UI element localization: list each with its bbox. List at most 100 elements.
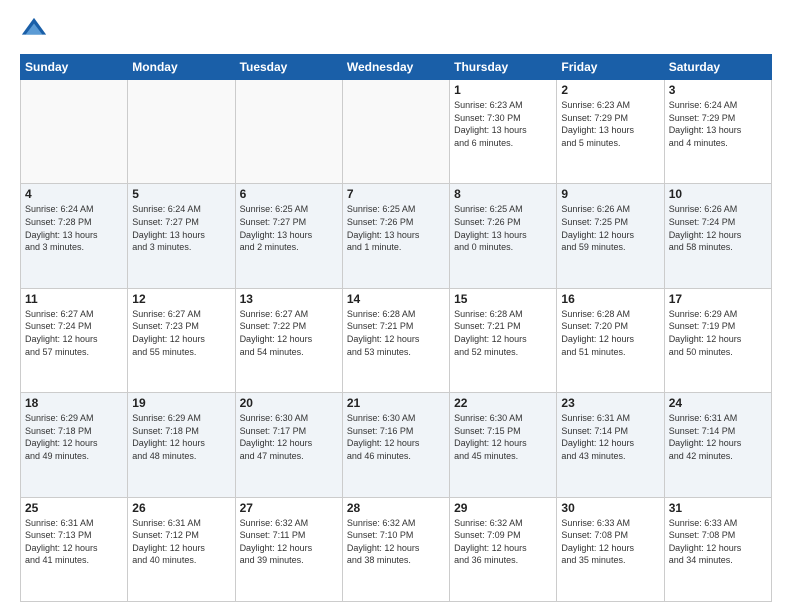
day-info: Sunrise: 6:30 AM Sunset: 7:15 PM Dayligh… <box>454 412 552 462</box>
day-number: 23 <box>561 396 659 410</box>
day-number: 30 <box>561 501 659 515</box>
header <box>20 16 772 44</box>
calendar-week-row: 18 Sunrise: 6:29 AM Sunset: 7:18 PM Dayli… <box>21 393 772 497</box>
day-number: 24 <box>669 396 767 410</box>
day-number: 11 <box>25 292 123 306</box>
day-info: Sunrise: 6:25 AM Sunset: 7:26 PM Dayligh… <box>347 203 445 253</box>
calendar-cell: 11 Sunrise: 6:27 AM Sunset: 7:24 PM Dayli… <box>21 288 128 392</box>
calendar-cell: 2 Sunrise: 6:23 AM Sunset: 7:29 PM Daylig… <box>557 80 664 184</box>
day-info: Sunrise: 6:31 AM Sunset: 7:14 PM Dayligh… <box>669 412 767 462</box>
day-info: Sunrise: 6:29 AM Sunset: 7:19 PM Dayligh… <box>669 308 767 358</box>
calendar-cell: 31 Sunrise: 6:33 AM Sunset: 7:08 PM Dayli… <box>664 497 771 601</box>
col-header-sunday: Sunday <box>21 55 128 80</box>
day-number: 27 <box>240 501 338 515</box>
day-info: Sunrise: 6:29 AM Sunset: 7:18 PM Dayligh… <box>132 412 230 462</box>
day-number: 6 <box>240 187 338 201</box>
day-number: 28 <box>347 501 445 515</box>
calendar-week-row: 11 Sunrise: 6:27 AM Sunset: 7:24 PM Dayli… <box>21 288 772 392</box>
calendar-cell <box>21 80 128 184</box>
col-header-monday: Monday <box>128 55 235 80</box>
day-info: Sunrise: 6:26 AM Sunset: 7:25 PM Dayligh… <box>561 203 659 253</box>
calendar-cell: 1Sunrise: 6:23 AM Sunset: 7:30 PM Daylig… <box>450 80 557 184</box>
day-number: 26 <box>132 501 230 515</box>
day-number: 13 <box>240 292 338 306</box>
calendar-cell: 17 Sunrise: 6:29 AM Sunset: 7:19 PM Dayli… <box>664 288 771 392</box>
day-info: Sunrise: 6:32 AM Sunset: 7:11 PM Dayligh… <box>240 517 338 567</box>
day-number: 3 <box>669 83 767 97</box>
day-number: 9 <box>561 187 659 201</box>
calendar-cell: 6 Sunrise: 6:25 AM Sunset: 7:27 PM Daylig… <box>235 184 342 288</box>
calendar-cell: 23 Sunrise: 6:31 AM Sunset: 7:14 PM Dayli… <box>557 393 664 497</box>
day-info: Sunrise: 6:26 AM Sunset: 7:24 PM Dayligh… <box>669 203 767 253</box>
day-number: 20 <box>240 396 338 410</box>
day-info: Sunrise: 6:33 AM Sunset: 7:08 PM Dayligh… <box>561 517 659 567</box>
calendar-week-row: 1Sunrise: 6:23 AM Sunset: 7:30 PM Daylig… <box>21 80 772 184</box>
day-number: 12 <box>132 292 230 306</box>
day-info: Sunrise: 6:25 AM Sunset: 7:26 PM Dayligh… <box>454 203 552 253</box>
calendar-cell: 18 Sunrise: 6:29 AM Sunset: 7:18 PM Dayli… <box>21 393 128 497</box>
day-info: Sunrise: 6:31 AM Sunset: 7:13 PM Dayligh… <box>25 517 123 567</box>
day-info: Sunrise: 6:28 AM Sunset: 7:20 PM Dayligh… <box>561 308 659 358</box>
day-number: 17 <box>669 292 767 306</box>
col-header-tuesday: Tuesday <box>235 55 342 80</box>
day-info: Sunrise: 6:31 AM Sunset: 7:12 PM Dayligh… <box>132 517 230 567</box>
day-info: Sunrise: 6:29 AM Sunset: 7:18 PM Dayligh… <box>25 412 123 462</box>
day-number: 7 <box>347 187 445 201</box>
calendar-cell: 25 Sunrise: 6:31 AM Sunset: 7:13 PM Dayli… <box>21 497 128 601</box>
day-info: Sunrise: 6:28 AM Sunset: 7:21 PM Dayligh… <box>454 308 552 358</box>
calendar-cell: 28Sunrise: 6:32 AM Sunset: 7:10 PM Dayli… <box>342 497 449 601</box>
calendar-cell: 22 Sunrise: 6:30 AM Sunset: 7:15 PM Dayli… <box>450 393 557 497</box>
calendar-cell <box>235 80 342 184</box>
day-info: Sunrise: 6:27 AM Sunset: 7:22 PM Dayligh… <box>240 308 338 358</box>
day-info: Sunrise: 6:23 AM Sunset: 7:30 PM Dayligh… <box>454 99 552 149</box>
calendar-cell: 30 Sunrise: 6:33 AM Sunset: 7:08 PM Dayli… <box>557 497 664 601</box>
calendar-cell: 8 Sunrise: 6:25 AM Sunset: 7:26 PM Daylig… <box>450 184 557 288</box>
calendar-header-row: SundayMondayTuesdayWednesdayThursdayFrid… <box>21 55 772 80</box>
day-number: 25 <box>25 501 123 515</box>
day-info: Sunrise: 6:27 AM Sunset: 7:23 PM Dayligh… <box>132 308 230 358</box>
col-header-friday: Friday <box>557 55 664 80</box>
day-number: 14 <box>347 292 445 306</box>
day-info: Sunrise: 6:28 AM Sunset: 7:21 PM Dayligh… <box>347 308 445 358</box>
col-header-saturday: Saturday <box>664 55 771 80</box>
day-info: Sunrise: 6:23 AM Sunset: 7:29 PM Dayligh… <box>561 99 659 149</box>
day-number: 2 <box>561 83 659 97</box>
day-info: Sunrise: 6:30 AM Sunset: 7:16 PM Dayligh… <box>347 412 445 462</box>
day-info: Sunrise: 6:24 AM Sunset: 7:27 PM Dayligh… <box>132 203 230 253</box>
calendar-cell: 20 Sunrise: 6:30 AM Sunset: 7:17 PM Dayli… <box>235 393 342 497</box>
day-info: Sunrise: 6:33 AM Sunset: 7:08 PM Dayligh… <box>669 517 767 567</box>
day-number: 5 <box>132 187 230 201</box>
calendar-cell <box>342 80 449 184</box>
calendar-cell: 13 Sunrise: 6:27 AM Sunset: 7:22 PM Dayli… <box>235 288 342 392</box>
day-number: 19 <box>132 396 230 410</box>
day-info: Sunrise: 6:32 AM Sunset: 7:09 PM Dayligh… <box>454 517 552 567</box>
calendar-cell: 14 Sunrise: 6:28 AM Sunset: 7:21 PM Dayli… <box>342 288 449 392</box>
calendar-cell: 9 Sunrise: 6:26 AM Sunset: 7:25 PM Daylig… <box>557 184 664 288</box>
calendar-cell: 24 Sunrise: 6:31 AM Sunset: 7:14 PM Dayli… <box>664 393 771 497</box>
day-info: Sunrise: 6:25 AM Sunset: 7:27 PM Dayligh… <box>240 203 338 253</box>
day-number: 31 <box>669 501 767 515</box>
calendar-cell: 10 Sunrise: 6:26 AM Sunset: 7:24 PM Dayli… <box>664 184 771 288</box>
calendar-cell: 19 Sunrise: 6:29 AM Sunset: 7:18 PM Dayli… <box>128 393 235 497</box>
calendar-cell: 29 Sunrise: 6:32 AM Sunset: 7:09 PM Dayli… <box>450 497 557 601</box>
day-number: 15 <box>454 292 552 306</box>
col-header-wednesday: Wednesday <box>342 55 449 80</box>
day-number: 10 <box>669 187 767 201</box>
calendar-cell: 15 Sunrise: 6:28 AM Sunset: 7:21 PM Dayli… <box>450 288 557 392</box>
calendar-week-row: 4Sunrise: 6:24 AM Sunset: 7:28 PM Daylig… <box>21 184 772 288</box>
day-number: 16 <box>561 292 659 306</box>
day-number: 8 <box>454 187 552 201</box>
day-number: 22 <box>454 396 552 410</box>
day-info: Sunrise: 6:27 AM Sunset: 7:24 PM Dayligh… <box>25 308 123 358</box>
calendar-cell: 12 Sunrise: 6:27 AM Sunset: 7:23 PM Dayli… <box>128 288 235 392</box>
calendar-cell: 4Sunrise: 6:24 AM Sunset: 7:28 PM Daylig… <box>21 184 128 288</box>
day-number: 29 <box>454 501 552 515</box>
calendar-cell: 16 Sunrise: 6:28 AM Sunset: 7:20 PM Dayli… <box>557 288 664 392</box>
day-info: Sunrise: 6:24 AM Sunset: 7:28 PM Dayligh… <box>25 203 123 253</box>
calendar-cell: 3Sunrise: 6:24 AM Sunset: 7:29 PM Daylig… <box>664 80 771 184</box>
day-number: 18 <box>25 396 123 410</box>
day-info: Sunrise: 6:31 AM Sunset: 7:14 PM Dayligh… <box>561 412 659 462</box>
day-info: Sunrise: 6:30 AM Sunset: 7:17 PM Dayligh… <box>240 412 338 462</box>
calendar-week-row: 25 Sunrise: 6:31 AM Sunset: 7:13 PM Dayli… <box>21 497 772 601</box>
col-header-thursday: Thursday <box>450 55 557 80</box>
